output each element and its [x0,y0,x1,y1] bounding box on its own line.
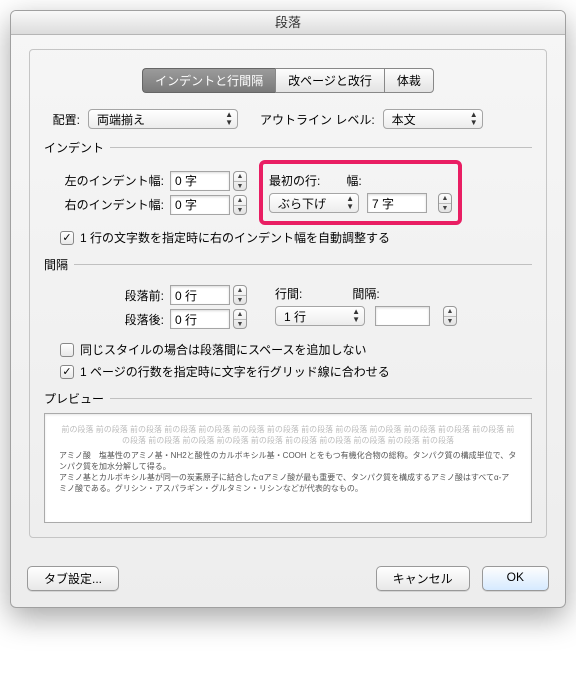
space-after-field[interactable]: 0 行 [170,309,230,329]
gap-label: 間隔: [352,285,379,302]
indent-width-label: 幅: [346,172,361,189]
checkmark-icon: ✓ [60,231,74,245]
nospace-checkbox[interactable]: 同じスタイルの場合は段落間にスペースを追加しない [60,341,532,358]
lineheight-select[interactable]: 1 行 ▲▼ [275,306,365,326]
alignment-label: 配置: [44,111,80,128]
updown-icon: ▲▼ [470,111,478,127]
gap-stepper[interactable]: ▲▼ [443,306,457,326]
preview-box: 前の段落 前の段落 前の段落 前の段落 前の段落 前の段落 前の段落 前の段落 … [44,413,532,523]
cancel-button[interactable]: キャンセル [376,566,470,591]
snapgrid-checkbox[interactable]: ✓ 1 ページの行数を指定時に文字を行グリッド線に合わせる [60,363,532,380]
paragraph-dialog: 段落 インデントと行間隔 改ページと改行 体裁 配置: 両端揃え ▲▼ アウトラ… [10,10,566,608]
tabs-button[interactable]: タブ設定... [27,566,119,591]
updown-icon: ▲▼ [352,308,360,324]
window-title: 段落 [11,11,565,35]
tab-bar: インデントと行間隔 改ページと改行 体裁 [44,68,532,93]
indent-right-stepper[interactable]: ▲▼ [233,195,247,215]
indent-group: インデント [44,139,532,156]
space-after-label: 段落後: [44,311,164,328]
firstline-select[interactable]: ぶら下げ ▲▼ [269,193,359,213]
content-area: インデントと行間隔 改ページと改行 体裁 配置: 両端揃え ▲▼ アウトライン … [11,35,565,552]
firstline-label: 最初の行: [269,172,320,189]
space-before-stepper[interactable]: ▲▼ [233,285,247,305]
space-after-stepper[interactable]: ▲▼ [233,309,247,329]
checkmark-icon: ✓ [60,365,74,379]
autoadjust-checkbox[interactable]: ✓ 1 行の文字数を指定時に右のインデント幅を自動調整する [60,229,532,246]
updown-icon: ▲▼ [225,111,233,127]
outline-select[interactable]: 本文 ▲▼ [383,109,483,129]
indent-width-stepper[interactable]: ▲▼ [438,193,452,213]
lineheight-label: 行間: [275,285,302,302]
space-before-field[interactable]: 0 行 [170,285,230,305]
indent-left-field[interactable]: 0 字 [170,171,230,191]
firstline-highlight: 最初の行: 幅: ぶら下げ ▲▼ 7 字 ▲▼ [259,160,462,225]
tab-pagebreak[interactable]: 改ページと改行 [275,68,384,93]
tab-format[interactable]: 体裁 [384,68,434,93]
checkbox-empty-icon [60,343,74,357]
button-bar: タブ設定... キャンセル OK [11,552,565,607]
alignment-select[interactable]: 両端揃え ▲▼ [88,109,238,129]
preview-group: プレビュー [44,390,532,407]
gap-field[interactable] [375,306,430,326]
indent-left-stepper[interactable]: ▲▼ [233,171,247,191]
outline-label: アウトライン レベル: [260,111,375,128]
tab-indent-spacing[interactable]: インデントと行間隔 [142,68,275,93]
updown-icon: ▲▼ [346,195,354,211]
ok-button[interactable]: OK [482,566,549,591]
space-before-label: 段落前: [44,287,164,304]
spacing-group: 間隔 [44,256,532,273]
indent-left-label: 左のインデント幅: [44,172,164,189]
indent-width-field[interactable]: 7 字 [367,193,427,213]
indent-right-field[interactable]: 0 字 [170,195,230,215]
indent-right-label: 右のインデント幅: [44,196,164,213]
